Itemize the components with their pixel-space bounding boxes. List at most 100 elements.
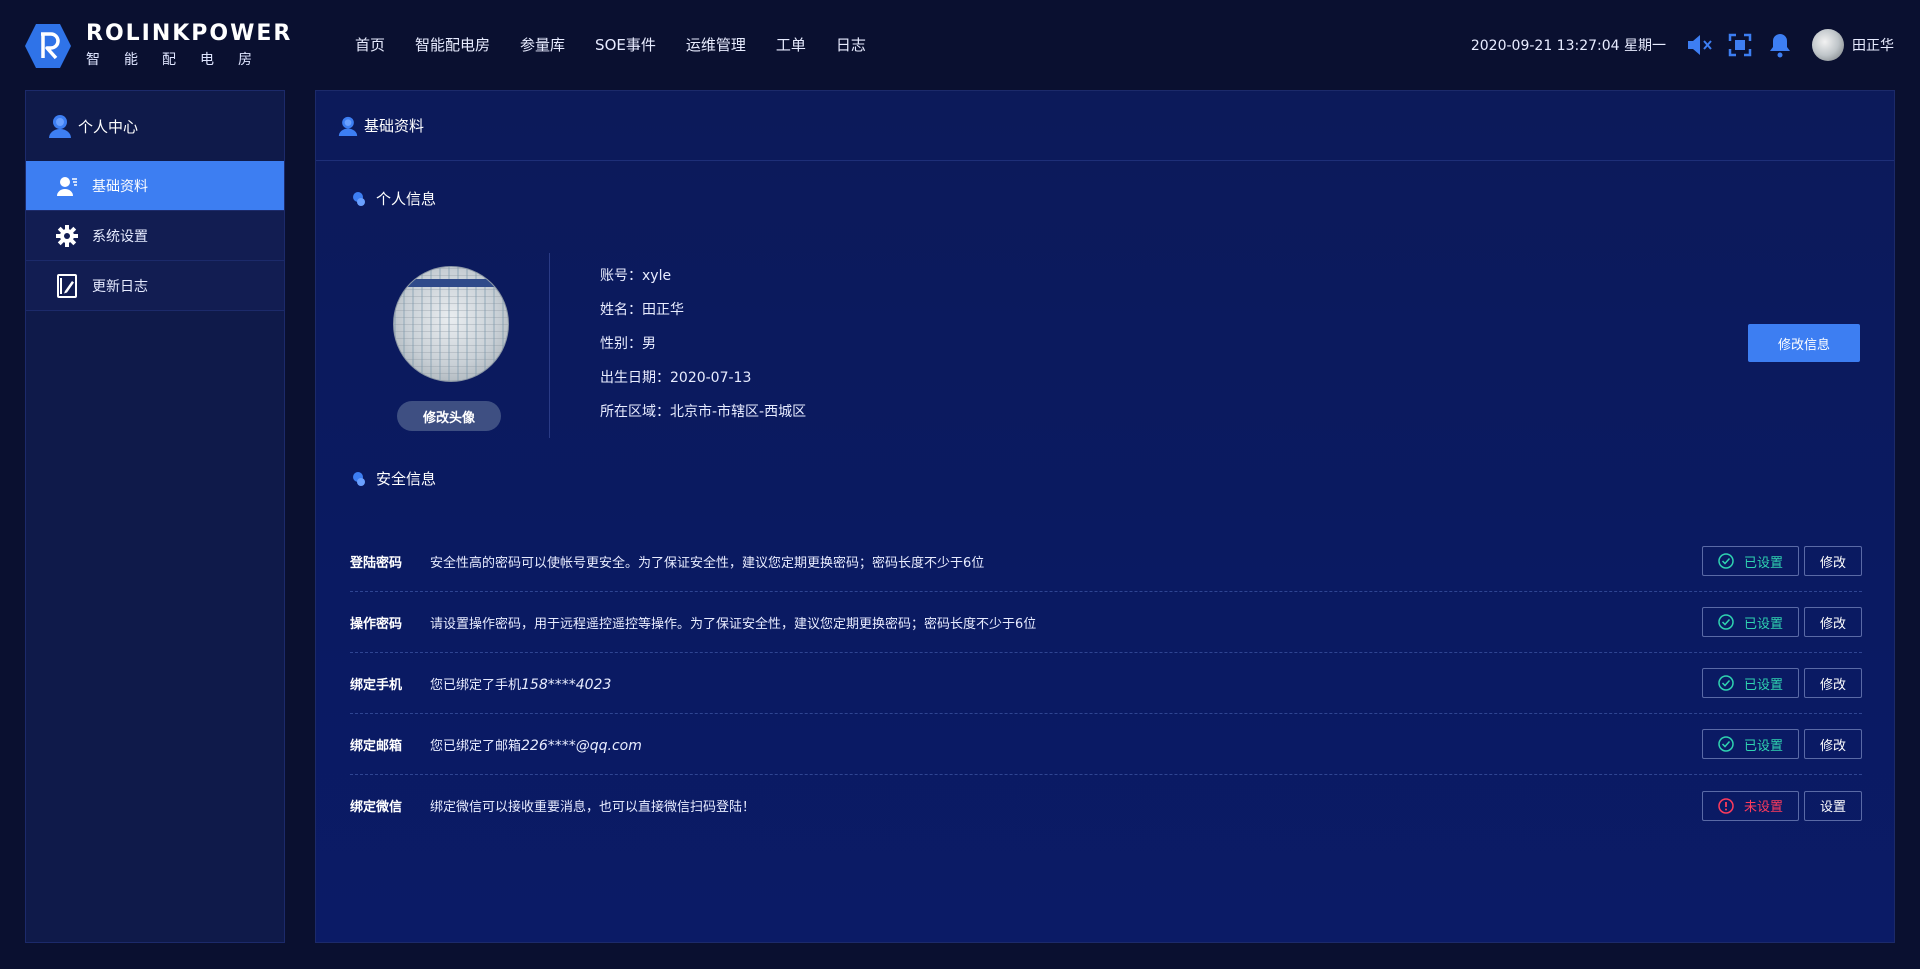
security-row-login-password: 登陆密码 安全性高的密码可以使帐号更安全。为了保证安全性，建议您定期更换密码；密… [350,531,1862,592]
mute-icon[interactable] [1686,31,1714,59]
info-row-name: 姓名：田正华 [600,300,806,334]
user-icon [338,116,358,136]
sidebar-title: 个人中心 [26,91,284,161]
notebook-icon [57,273,77,298]
security-desc: 您已绑定了邮箱226****@qq.com [430,735,1702,754]
sidebar-item-label: 系统设置 [92,228,148,245]
security-row-operation-password: 操作密码 请设置操作密码，用于远程遥控遥控等操作。为了保证安全性，建议您定期更换… [350,592,1862,653]
section-dot-icon [353,191,365,206]
user-profile-icon [57,176,77,196]
sidebar-item-label: 更新日志 [92,278,148,295]
sidebar-item-update-log[interactable]: 更新日志 [26,261,284,311]
field-value: 2020-07-13 [670,370,752,386]
sidebar-item-basic-info[interactable]: 基础资料 [26,161,284,211]
nav-item-log[interactable]: 日志 [836,34,866,55]
nav-item-soe[interactable]: SOE事件 [595,34,656,55]
edit-info-button[interactable]: 修改信息 [1748,324,1860,362]
info-row-birthdate: 出生日期：2020-07-13 [600,368,806,402]
change-avatar-button[interactable]: 修改头像 [397,401,501,431]
security-label: 操作密码 [350,616,403,632]
brand-subtitle: 智能配电房 [86,52,276,68]
modify-login-password-button[interactable]: 修改 [1804,546,1862,576]
info-row-account: 账号：xyle [600,266,806,300]
modify-phone-button[interactable]: 修改 [1804,668,1862,698]
field-value: 田正华 [642,302,684,318]
profile-avatar [393,266,509,382]
bell-icon[interactable] [1766,31,1794,59]
security-list: 登陆密码 安全性高的密码可以使帐号更安全。为了保证安全性，建议您定期更换密码；密… [350,531,1862,836]
security-desc: 安全性高的密码可以使帐号更安全。为了保证安全性，建议您定期更换密码；密码长度不少… [430,552,1702,571]
nav-item-params[interactable]: 参量库 [520,34,565,55]
security-desc-text: 请设置操作密码，用于远程遥控遥控等操作。为了保证安全性，建议您定期更换密码；密码… [430,616,1037,632]
header-right: 2020-09-21 13:27:04 星期一 田正华 [1471,28,1894,62]
section-dot-icon [353,471,365,486]
masked-phone: 158****4023 [521,676,612,693]
section-title-label: 个人信息 [376,190,437,208]
security-desc-text: 您已绑定了手机 [430,677,522,693]
status-text: 已设置 [1743,555,1783,571]
gear-icon [56,224,78,247]
security-label: 登陆密码 [350,555,403,571]
security-desc-text: 您已绑定了邮箱 [430,738,522,754]
field-label: 性别： [600,336,642,352]
datetime: 2020-09-21 13:27:04 星期一 [1470,38,1666,54]
user-name[interactable]: 田正华 [1852,35,1894,55]
page-title: 基础资料 [364,117,425,135]
status-badge: 已设置 [1702,546,1799,576]
security-row-bind-wechat: 绑定微信 绑定微信可以接收重要消息，也可以直接微信扫码登陆！ 未设置 设置 [350,775,1862,836]
check-circle-icon [1718,736,1734,752]
field-label: 出生日期： [600,370,670,386]
security-info-title: 安全信息 [352,468,436,489]
security-label: 绑定手机 [350,677,403,693]
nav-item-workorder[interactable]: 工单 [776,34,806,55]
status-badge: 已设置 [1702,607,1799,637]
security-desc: 请设置操作密码，用于远程遥控遥控等操作。为了保证安全性，建议您定期更换密码；密码… [430,613,1702,632]
status-badge: 已设置 [1702,668,1799,698]
check-circle-icon [1718,614,1734,630]
modify-email-button[interactable]: 修改 [1804,729,1862,759]
status-text: 已设置 [1743,677,1783,693]
sidebar-item-system-settings[interactable]: 系统设置 [26,211,284,261]
modify-operation-password-button[interactable]: 修改 [1804,607,1862,637]
security-label: 绑定微信 [350,800,403,815]
brand-logo-icon[interactable] [24,22,72,70]
field-value: 北京市-市辖区-西城区 [670,404,807,420]
field-label: 账号： [600,268,642,284]
check-circle-icon [1718,553,1734,569]
nav-item-home[interactable]: 首页 [355,34,385,55]
security-desc: 您已绑定了手机158****4023 [430,674,1702,693]
field-value: 男 [642,336,656,352]
brand-name: ROLINKPOWER [86,21,293,46]
warning-circle-icon [1718,797,1734,814]
check-circle-icon [1718,675,1734,691]
security-row-bind-phone: 绑定手机 您已绑定了手机158****4023 已设置 修改 [350,653,1862,714]
masked-email: 226****@qq.com [521,737,642,754]
set-wechat-button[interactable]: 设置 [1804,790,1862,821]
section-title-label: 安全信息 [376,470,437,488]
main-header: 基础资料 [316,91,1894,161]
info-row-region: 所在区域：北京市-市辖区-西城区 [600,402,806,436]
status-text: 已设置 [1743,738,1783,754]
status-text: 未设置 [1743,800,1783,815]
sidebar: 个人中心 基础资料 系统设置 更新日志 [25,90,285,943]
fullscreen-icon[interactable] [1726,31,1754,59]
status-badge: 未设置 [1702,790,1799,821]
security-label: 绑定邮箱 [350,738,403,754]
main-panel: 基础资料 个人信息 修改头像 账号：xyle 姓名：田正华 性别：男 出生日期：… [315,90,1895,943]
sidebar-title-label: 个人中心 [78,117,139,136]
sidebar-item-label: 基础资料 [92,178,148,195]
user-avatar[interactable] [1812,29,1844,61]
field-label: 所在区域： [600,404,670,420]
security-desc-text: 绑定微信可以接收重要消息，也可以直接微信扫码登陆！ [430,800,756,815]
security-desc: 绑定微信可以接收重要消息，也可以直接微信扫码登陆！ [430,796,1702,815]
status-text: 已设置 [1743,616,1783,632]
personal-info-list: 账号：xyle 姓名：田正华 性别：男 出生日期：2020-07-13 所在区域… [600,266,806,436]
security-desc-text: 安全性高的密码可以使帐号更安全。为了保证安全性，建议您定期更换密码；密码长度不少… [430,555,985,571]
nav-item-smart-room[interactable]: 智能配电房 [415,34,490,55]
main-nav: 首页 智能配电房 参量库 SOE事件 运维管理 工单 日志 [355,34,896,55]
info-row-gender: 性别：男 [600,334,806,368]
top-header: ROLINKPOWER 智能配电房 首页 智能配电房 参量库 SOE事件 运维管… [0,0,1920,90]
field-value: xyle [642,268,672,284]
nav-item-maintenance[interactable]: 运维管理 [686,34,746,55]
status-badge: 已设置 [1702,729,1799,759]
